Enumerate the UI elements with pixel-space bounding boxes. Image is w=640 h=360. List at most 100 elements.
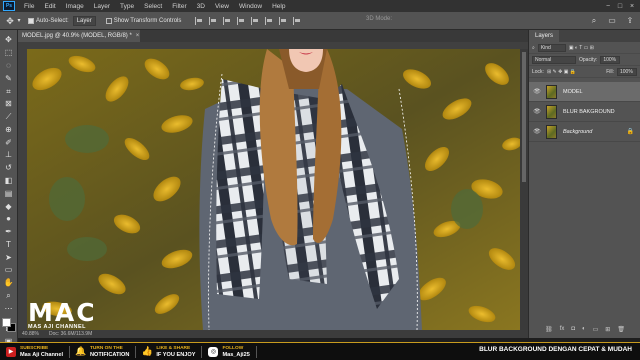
menu-file[interactable]: File — [19, 3, 39, 10]
follow-block[interactable]: ◎ FOLLOW Mas_Aji25 — [202, 343, 255, 360]
menu-filter[interactable]: Filter — [167, 3, 191, 10]
zoom-tool-icon[interactable]: ⌕ — [3, 290, 15, 302]
path-select-icon[interactable]: ➤ — [3, 252, 15, 264]
blend-mode-dropdown[interactable]: Normal — [532, 55, 576, 64]
eraser-tool-icon[interactable]: ◧ — [3, 175, 15, 187]
instagram-handle: Mas_Aji25 — [222, 351, 250, 358]
opacity-input[interactable]: 100% — [600, 55, 621, 64]
layer-row-background[interactable]: 👁 Background 🔒 — [529, 122, 640, 142]
pen-tool-icon[interactable]: ✒ — [3, 226, 15, 238]
close-window-button[interactable]: × — [626, 3, 638, 10]
auto-select-dropdown[interactable]: Layer — [72, 15, 96, 26]
like-share-block[interactable]: 👍 LIKE & SHARE IF YOU ENJOY — [136, 343, 201, 360]
eye-icon[interactable]: 👁 — [533, 88, 541, 95]
frame-tool-icon[interactable]: ⊠ — [3, 98, 15, 110]
layer-name[interactable]: MODEL — [563, 89, 583, 95]
subscribe-block[interactable]: ▶ SUBSCRIBE Mas Aji Channel — [0, 343, 69, 360]
menu-window[interactable]: Window — [234, 3, 267, 10]
align-bottom-icon[interactable] — [265, 16, 275, 25]
maximize-button[interactable]: □ — [614, 3, 626, 10]
search-icon[interactable]: ⌕ — [588, 15, 600, 27]
lock-icons[interactable]: ⊞ ✎ ✥ ▣ 🔒 — [547, 69, 576, 75]
clone-stamp-icon[interactable]: ⊥ — [3, 149, 15, 161]
healing-brush-icon[interactable]: ⊕ — [3, 124, 15, 136]
blur-tool-icon[interactable]: ◆ — [3, 201, 15, 213]
notify-text: NOTIFICATION — [90, 351, 130, 358]
color-swatches[interactable] — [1, 318, 16, 333]
align-left-icon[interactable] — [195, 16, 205, 25]
close-tab-icon[interactable]: × — [136, 33, 140, 39]
trash-icon[interactable]: 🗑 — [617, 326, 625, 336]
add-mask-icon[interactable]: ◘ — [571, 326, 575, 336]
document-tab[interactable]: MODEL.jpg @ 40.9% (MODEL, RGB/8) * × — [18, 30, 140, 42]
menu-type[interactable]: Type — [115, 3, 139, 10]
menu-layer[interactable]: Layer — [89, 3, 115, 10]
ruler-top — [18, 42, 528, 49]
history-brush-icon[interactable]: ↺ — [3, 162, 15, 174]
fill-input[interactable]: 100% — [617, 67, 637, 76]
menu-select[interactable]: Select — [139, 3, 167, 10]
brush-tool-icon[interactable]: ✐ — [3, 137, 15, 149]
channel-logo-text: MAC — [28, 298, 97, 327]
menu-3d[interactable]: 3D — [192, 3, 210, 10]
distribute-h-icon[interactable] — [293, 16, 303, 25]
tab-layers[interactable]: Layers — [529, 30, 560, 42]
layer-row-blur[interactable]: 👁 BLUR BAKGROUND — [529, 102, 640, 122]
hand-tool-icon[interactable]: ✋ — [3, 277, 15, 289]
show-transform-label: Show Transform Controls — [113, 17, 182, 24]
notification-block[interactable]: 🔔 TURN ON THE NOTIFICATION — [70, 343, 135, 360]
filter-search-icon: ⌕ — [532, 44, 535, 51]
fx-icon[interactable]: fx — [560, 326, 565, 336]
move-tool-icon[interactable]: ✥ — [4, 15, 16, 27]
crop-tool-icon[interactable]: ⌗ — [3, 86, 15, 98]
photoshop-logo-icon[interactable]: Ps — [3, 1, 15, 11]
minimize-button[interactable]: − — [602, 3, 614, 10]
eyedropper-tool-icon[interactable]: ⟋ — [3, 111, 15, 123]
eye-icon[interactable]: 👁 — [533, 128, 541, 135]
menu-help[interactable]: Help — [267, 3, 290, 10]
3d-mode-label: 3D Mode: — [366, 16, 393, 22]
lasso-tool-icon[interactable]: ◌ — [3, 60, 15, 72]
align-center-icon[interactable] — [209, 16, 219, 25]
quick-select-tool-icon[interactable]: ✎ — [3, 73, 15, 85]
auto-select-checkbox[interactable] — [28, 17, 34, 24]
kind-dropdown[interactable]: Kind — [537, 43, 566, 52]
marquee-tool-icon[interactable]: ⬚ — [3, 47, 15, 59]
menu-view[interactable]: View — [210, 3, 234, 10]
share-icon[interactable]: ⇪ — [624, 15, 636, 27]
promo-banner: ▶ SUBSCRIBE Mas Aji Channel 🔔 TURN ON TH… — [0, 342, 640, 360]
chevron-down-icon[interactable]: ▾ — [16, 15, 22, 27]
layer-name[interactable]: Background — [563, 129, 592, 135]
options-right: ⌕ ▭ ⇪ — [588, 15, 636, 27]
foreground-color-swatch[interactable] — [1, 318, 11, 328]
workspace-icon[interactable]: ▭ — [606, 15, 618, 27]
menu-edit[interactable]: Edit — [39, 3, 60, 10]
move-tool-icon[interactable]: ✥ — [3, 34, 15, 46]
menu-image[interactable]: Image — [61, 3, 89, 10]
eye-icon[interactable]: 👁 — [533, 108, 541, 115]
canvas-image — [27, 49, 520, 330]
link-layers-icon[interactable]: ⛓ — [545, 326, 553, 336]
filter-icons[interactable]: ▣ ◐ T ▭ ⊞ — [569, 45, 594, 51]
new-layer-icon[interactable]: ⊞ — [605, 326, 610, 336]
shape-tool-icon[interactable]: ▭ — [3, 264, 15, 276]
dodge-tool-icon[interactable]: ● — [3, 213, 15, 225]
document-canvas[interactable] — [27, 49, 520, 330]
layer-row-model[interactable]: 👁 MODEL — [529, 82, 640, 102]
adjustment-icon[interactable]: ◐ — [582, 326, 586, 336]
gradient-tool-icon[interactable]: ▤ — [3, 188, 15, 200]
align-right-icon[interactable] — [223, 16, 233, 25]
align-top-icon[interactable] — [237, 16, 247, 25]
panel-tabs: Layers — [529, 30, 640, 42]
type-tool-icon[interactable]: T — [3, 239, 15, 251]
scrollbar-thumb[interactable] — [522, 52, 526, 182]
document-tab-bar: MODEL.jpg @ 40.9% (MODEL, RGB/8) * × — [18, 30, 528, 42]
more-tools-icon[interactable]: ⋯ — [3, 303, 15, 315]
distribute-icon[interactable] — [279, 16, 289, 25]
show-transform-checkbox[interactable] — [105, 17, 112, 24]
align-middle-icon[interactable] — [251, 16, 261, 25]
like-text: IF YOU ENJOY — [156, 351, 196, 358]
opacity-label: Opacity: — [579, 56, 598, 63]
folder-icon[interactable]: ▭ — [593, 326, 599, 336]
layer-name[interactable]: BLUR BAKGROUND — [563, 109, 615, 115]
